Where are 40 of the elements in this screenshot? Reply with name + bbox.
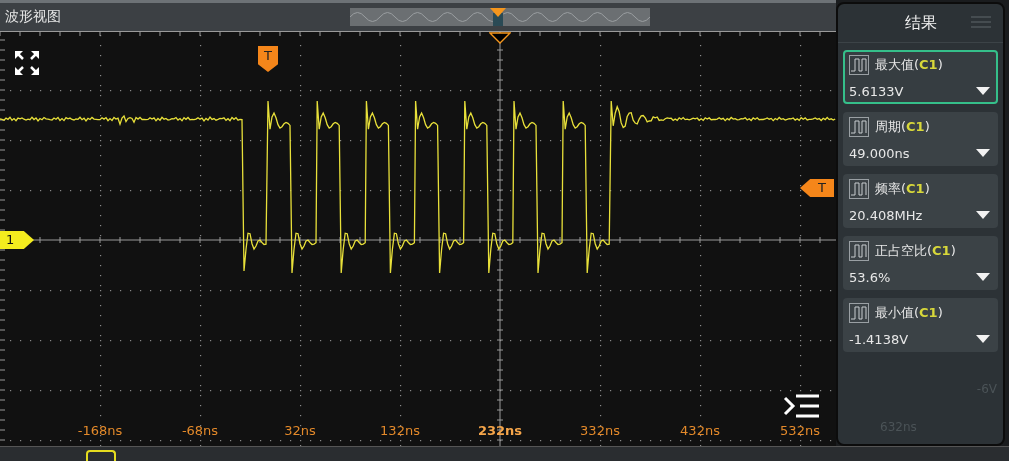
caret-icon[interactable] (976, 87, 990, 96)
time-axis-label: 432ns (680, 423, 720, 438)
fullscreen-icon[interactable] (14, 50, 40, 76)
measurement-value: 5.6133V (849, 84, 904, 99)
time-axis-label: -168ns (77, 423, 123, 438)
measurement-card[interactable]: 周期(C1) 49.000ns (843, 112, 998, 166)
channel-tab[interactable] (86, 450, 116, 461)
caret-icon[interactable] (976, 149, 990, 158)
caret-icon[interactable] (976, 211, 990, 220)
time-axis-label: 132ns (380, 423, 420, 438)
trigger-marker[interactable]: T (258, 46, 278, 72)
measurement-name: 正占空比(C1) (875, 242, 956, 260)
measurement-card[interactable]: 最小值(C1) -1.4138V (843, 298, 998, 352)
measurement-value: 20.408MHz (849, 208, 923, 223)
measurement-name: 频率(C1) (875, 180, 930, 198)
time-axis-label: 332ns (580, 423, 620, 438)
pulse-icon (849, 117, 869, 137)
window-title: 波形视图 (5, 8, 61, 26)
pulse-icon (849, 55, 869, 75)
caret-icon[interactable] (976, 335, 990, 344)
time-axis-label: 32ns (284, 423, 316, 438)
measurement-name: 最大值(C1) (875, 56, 943, 74)
panel-title: 结果 (904, 12, 937, 34)
menu-icon[interactable] (783, 393, 821, 419)
measurement-value: -1.4138V (849, 332, 909, 347)
measurement-name: 最小值(C1) (875, 304, 943, 322)
measurement-card[interactable]: 最大值(C1) 5.6133V (843, 50, 998, 104)
pulse-icon (849, 179, 869, 199)
pulse-icon (849, 303, 869, 323)
timebase-overview[interactable] (350, 8, 650, 26)
pulse-icon (849, 241, 869, 261)
time-axis-label: 232ns (477, 423, 523, 438)
time-axis-label: 532ns (780, 423, 820, 438)
time-axis-label: -68ns (181, 423, 219, 438)
measurement-value: 49.000ns (849, 146, 910, 161)
measurement-card[interactable]: 频率(C1) 20.408MHz (843, 174, 998, 228)
caret-icon[interactable] (976, 273, 990, 282)
measurement-card[interactable]: 正占空比(C1) 53.6% (843, 236, 998, 290)
measurement-value: 53.6% (849, 270, 891, 285)
measurement-name: 周期(C1) (875, 118, 930, 136)
